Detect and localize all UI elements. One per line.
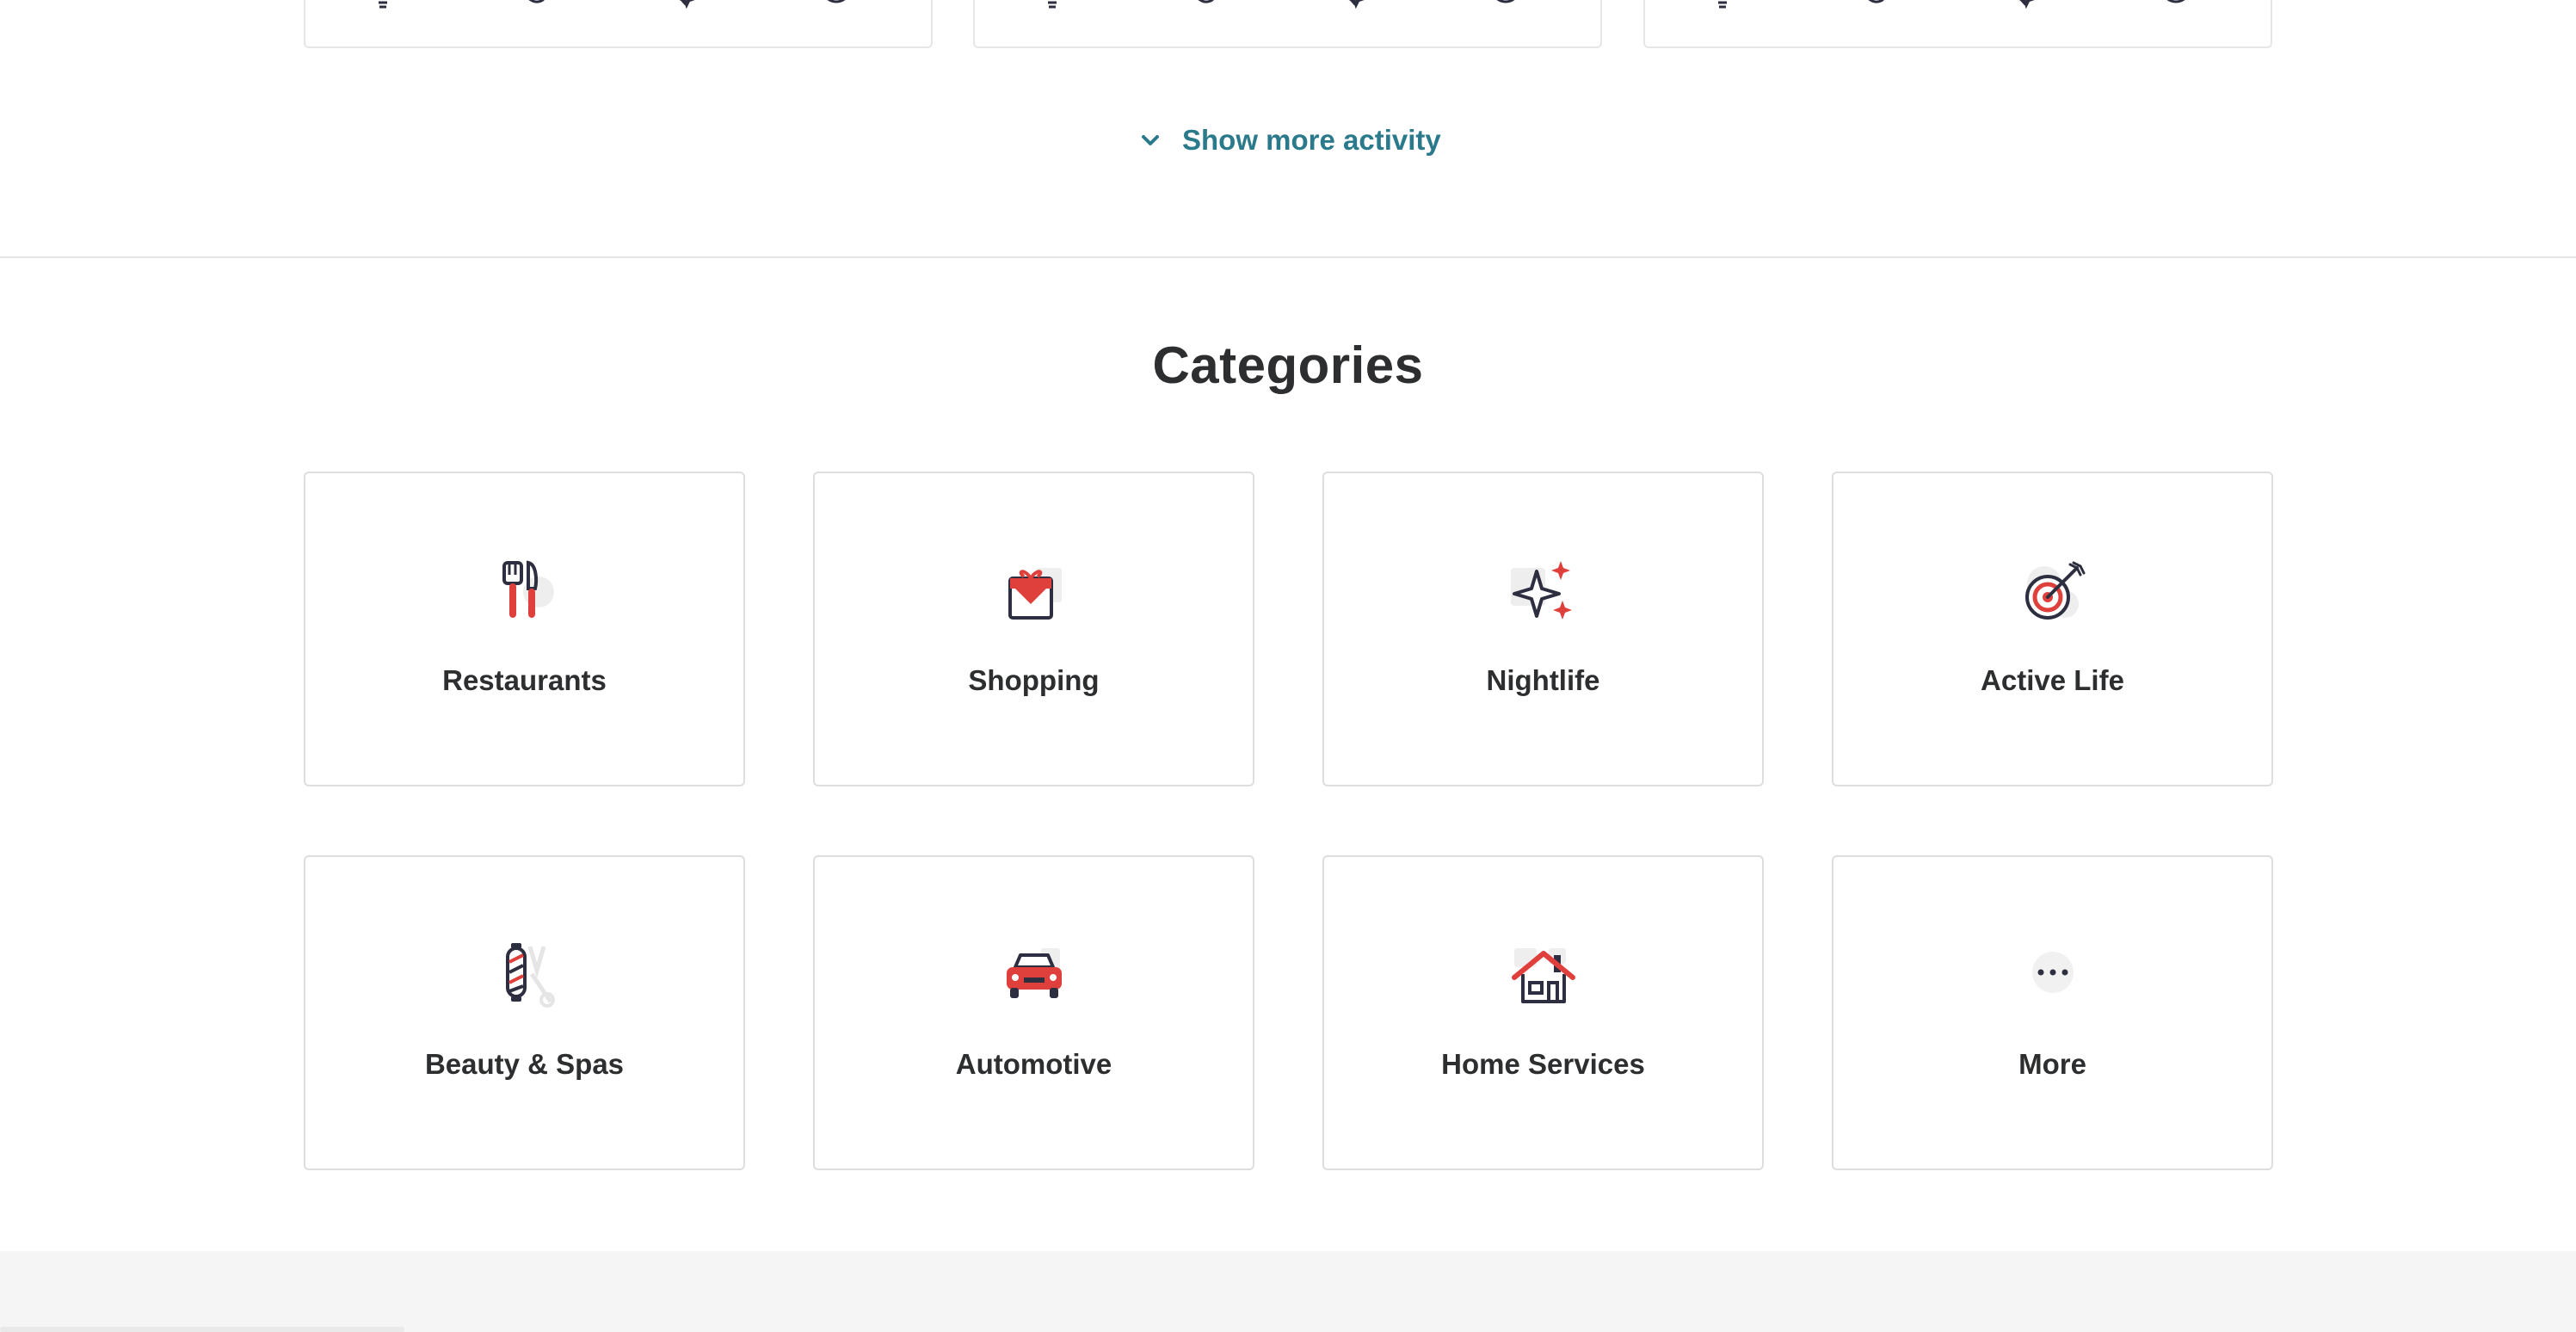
- thumbs-up-icon[interactable]: [1857, 0, 1891, 21]
- reaction-bar: [975, 0, 1600, 21]
- oh-no-icon[interactable]: [819, 0, 854, 21]
- category-label: Shopping: [968, 664, 1100, 696]
- category-label: Beauty & Spas: [424, 1048, 625, 1080]
- page: Show more activity Categories Restaurant…: [0, 0, 2576, 1332]
- categories-title: Categories: [1152, 336, 1424, 394]
- show-more-activity-button[interactable]: Show more activity: [1137, 119, 1441, 162]
- activity-card: [973, 0, 1602, 48]
- thumbs-up-icon[interactable]: [1186, 0, 1221, 21]
- category-card-active-life[interactable]: Active Life: [1832, 472, 2273, 786]
- love-icon[interactable]: [2007, 0, 2042, 21]
- home-services-icon: [1507, 940, 1580, 1012]
- active-life-icon: [2017, 556, 2089, 628]
- category-label: Active Life: [1981, 664, 2124, 696]
- category-label: Restaurants: [442, 664, 607, 696]
- beauty-spas-icon: [489, 940, 561, 1012]
- lightbulb-icon[interactable]: [366, 0, 400, 21]
- oh-no-icon[interactable]: [2159, 0, 2193, 21]
- show-more-label: Show more activity: [1182, 124, 1441, 156]
- shopping-icon: [998, 556, 1070, 628]
- activity-cards-row: [304, 0, 2272, 48]
- category-card-beauty-spas[interactable]: Beauty & Spas: [304, 855, 745, 1170]
- restaurants-icon: [489, 556, 561, 628]
- category-card-more[interactable]: More: [1832, 855, 2273, 1170]
- category-label: More: [2018, 1048, 2086, 1080]
- category-card-shopping[interactable]: Shopping: [813, 472, 1254, 786]
- lightbulb-icon[interactable]: [1035, 0, 1069, 21]
- categories-grid: Restaurants Shopping Nightlife Active Li…: [304, 472, 2273, 1170]
- nightlife-icon: [1507, 556, 1580, 628]
- section-divider: [0, 256, 2576, 258]
- reaction-bar: [1645, 0, 2271, 21]
- category-card-home-services[interactable]: Home Services: [1322, 855, 1764, 1170]
- automotive-icon: [998, 940, 1070, 1012]
- love-icon[interactable]: [1337, 0, 1371, 21]
- more-icon: [2017, 940, 2089, 1012]
- footer-band: [0, 1251, 2576, 1332]
- thumbs-up-icon[interactable]: [517, 0, 552, 21]
- chevron-down-icon: [1137, 127, 1163, 153]
- category-label: Automotive: [955, 1048, 1112, 1080]
- category-card-automotive[interactable]: Automotive: [813, 855, 1254, 1170]
- footer-shadow: [0, 1327, 404, 1332]
- activity-card: [304, 0, 933, 48]
- activity-card: [1643, 0, 2272, 48]
- category-label: Home Services: [1441, 1048, 1645, 1080]
- love-icon[interactable]: [668, 0, 702, 21]
- lightbulb-icon[interactable]: [1705, 0, 1740, 21]
- category-label: Nightlife: [1486, 664, 1600, 696]
- reaction-bar: [305, 0, 931, 21]
- category-card-nightlife[interactable]: Nightlife: [1322, 472, 1764, 786]
- oh-no-icon[interactable]: [1488, 0, 1523, 21]
- category-card-restaurants[interactable]: Restaurants: [304, 472, 745, 786]
